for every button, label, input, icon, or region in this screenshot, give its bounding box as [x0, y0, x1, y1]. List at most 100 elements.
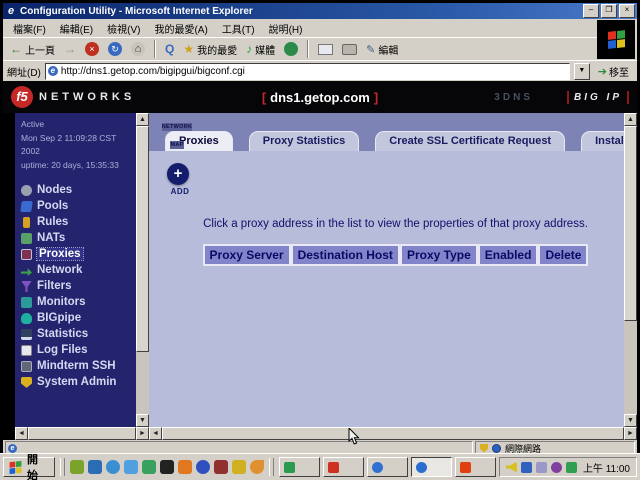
- quicklaunch-icon[interactable]: [160, 460, 174, 474]
- forward-button[interactable]: →: [61, 40, 79, 58]
- network-map-button[interactable]: NETWORK MAP: [155, 115, 199, 151]
- scroll-right-icon[interactable]: ►: [136, 427, 149, 440]
- tab-install-ssl-certificate[interactable]: Install SSL Certif: [581, 131, 624, 151]
- mindterm-ssh-icon: [21, 361, 32, 372]
- tray-icon[interactable]: [551, 462, 562, 473]
- maximize-button[interactable]: ❐: [601, 4, 617, 18]
- quicklaunch-icon[interactable]: [178, 460, 192, 474]
- back-button[interactable]: ← 上一頁: [7, 40, 58, 59]
- main-horizontal-scrollbar[interactable]: ◄ ►: [149, 427, 637, 440]
- sidebar-item-nats[interactable]: NATs: [21, 230, 136, 246]
- column-proxy-server[interactable]: Proxy Server: [203, 244, 291, 266]
- main-vertical-scrollbar[interactable]: ▲ ▼: [624, 113, 637, 427]
- scroll-right-icon[interactable]: ►: [624, 427, 637, 440]
- sidebar-item-proxies[interactable]: Proxies: [21, 246, 136, 262]
- scroll-down-icon[interactable]: ▼: [136, 414, 149, 427]
- sidebar-item-log-files[interactable]: Log Files: [21, 342, 136, 358]
- scrollbar-thumb[interactable]: [162, 427, 624, 440]
- sidebar-item-rules[interactable]: Rules: [21, 214, 136, 230]
- taskbar-clock[interactable]: 上午 11:00: [583, 460, 630, 475]
- page-icon: e: [48, 66, 58, 76]
- taskbar-divider: [269, 458, 274, 476]
- quicklaunch-icon[interactable]: [196, 460, 210, 474]
- menu-help[interactable]: 說明(H): [263, 19, 309, 38]
- sidebar-item-filters[interactable]: Filters: [21, 278, 136, 294]
- proxy-table-header-row: Proxy Server Destination Host Proxy Type…: [167, 244, 624, 266]
- refresh-button[interactable]: ↻: [105, 40, 125, 58]
- edit-button[interactable]: ✎ 編輯: [363, 40, 401, 59]
- menu-bar: 檔案(F) 編輯(E) 檢視(V) 我的最愛(A) 工具(T) 說明(H): [3, 19, 597, 37]
- taskbar-window-button[interactable]: [323, 457, 364, 477]
- taskbar-window-button[interactable]: [367, 457, 408, 477]
- column-destination-host[interactable]: Destination Host: [291, 244, 400, 266]
- scroll-down-icon[interactable]: ▼: [624, 414, 637, 427]
- tray-icon[interactable]: [521, 462, 532, 473]
- menu-file[interactable]: 檔案(F): [7, 19, 52, 38]
- quicklaunch-icon[interactable]: [142, 460, 156, 474]
- scrollbar-thumb[interactable]: [136, 126, 149, 352]
- sidebar-item-monitors[interactable]: Monitors: [21, 294, 136, 310]
- quicklaunch-icon[interactable]: [124, 460, 138, 474]
- proxies-icon: [21, 249, 32, 260]
- scroll-up-icon[interactable]: ▲: [624, 113, 637, 126]
- favorites-button[interactable]: ★ 我的最愛: [180, 40, 240, 59]
- quicklaunch-icon[interactable]: [250, 460, 264, 474]
- sidebar-item-statistics[interactable]: Statistics: [21, 326, 136, 342]
- scroll-left-icon[interactable]: ◄: [149, 427, 162, 440]
- column-delete[interactable]: Delete: [538, 244, 588, 266]
- volume-icon[interactable]: [506, 462, 517, 473]
- stop-button[interactable]: ×: [82, 40, 102, 58]
- quicklaunch-icon[interactable]: [70, 460, 84, 474]
- quicklaunch-icon[interactable]: [106, 460, 120, 474]
- home-button[interactable]: ⌂: [128, 40, 148, 58]
- filters-icon: [21, 281, 32, 292]
- scroll-left-icon[interactable]: ◄: [15, 427, 28, 440]
- sidebar-item-mindterm-ssh[interactable]: Mindterm SSH: [21, 358, 136, 374]
- toolbar-separator: [307, 40, 309, 58]
- quicklaunch-icon[interactable]: [232, 460, 246, 474]
- tab-proxy-statistics[interactable]: Proxy Statistics: [249, 131, 360, 151]
- scrollbar-thumb[interactable]: [28, 427, 136, 440]
- menu-view[interactable]: 檢視(V): [101, 19, 146, 38]
- menu-edit[interactable]: 編輯(E): [54, 19, 99, 38]
- print-button[interactable]: [339, 42, 360, 57]
- taskbar-window-button-active[interactable]: [411, 457, 452, 477]
- scroll-up-icon[interactable]: ▲: [136, 113, 149, 126]
- address-dropdown-button[interactable]: ▼: [574, 63, 590, 80]
- tray-icon[interactable]: [536, 462, 547, 473]
- column-enabled[interactable]: Enabled: [478, 244, 539, 266]
- tray-icon[interactable]: [566, 462, 577, 473]
- taskbar-window-button[interactable]: [279, 457, 320, 477]
- scrollbar-thumb[interactable]: [624, 126, 637, 321]
- bigpipe-icon: [21, 313, 32, 324]
- column-proxy-type[interactable]: Proxy Type: [400, 244, 478, 266]
- history-button[interactable]: [281, 40, 301, 58]
- tab-create-ssl-certificate-request[interactable]: Create SSL Certificate Request: [375, 131, 565, 151]
- add-proxy-button[interactable]: + ADD: [167, 163, 193, 196]
- media-button[interactable]: ♪ 媒體: [243, 40, 278, 59]
- minimize-button[interactable]: –: [583, 4, 599, 18]
- app-icon: [460, 462, 471, 473]
- mail-button[interactable]: [315, 42, 336, 57]
- close-button[interactable]: ×: [619, 4, 635, 18]
- windows-flag-icon: [10, 460, 22, 473]
- menu-favorites[interactable]: 我的最愛(A): [148, 19, 213, 38]
- go-button[interactable]: ➔ 移至: [594, 63, 633, 80]
- address-input[interactable]: e http://dns1.getop.com/bigipgui/bigconf…: [45, 63, 570, 80]
- go-label: 移至: [609, 64, 629, 79]
- title-bar[interactable]: e Configuration Utility - Microsoft Inte…: [3, 3, 637, 19]
- sidebar-item-system-admin[interactable]: System Admin: [21, 374, 136, 390]
- quicklaunch-icon[interactable]: [88, 460, 102, 474]
- sidebar-horizontal-scrollbar[interactable]: ◄ ►: [15, 427, 149, 440]
- sidebar-item-pools[interactable]: Pools: [21, 198, 136, 214]
- quicklaunch-icon[interactable]: [214, 460, 228, 474]
- sidebar-item-nodes[interactable]: Nodes: [21, 182, 136, 198]
- taskbar-window-button[interactable]: [455, 457, 496, 477]
- go-arrow-icon: ➔: [598, 65, 607, 78]
- menu-tools[interactable]: 工具(T): [216, 19, 261, 38]
- sidebar-vertical-scrollbar[interactable]: ▲ ▼: [136, 113, 149, 427]
- start-button[interactable]: 開始: [3, 457, 55, 477]
- sidebar-item-network[interactable]: Network: [21, 262, 136, 278]
- sidebar-item-bigpipe[interactable]: BIGpipe: [21, 310, 136, 326]
- search-button[interactable]: Q: [162, 40, 177, 58]
